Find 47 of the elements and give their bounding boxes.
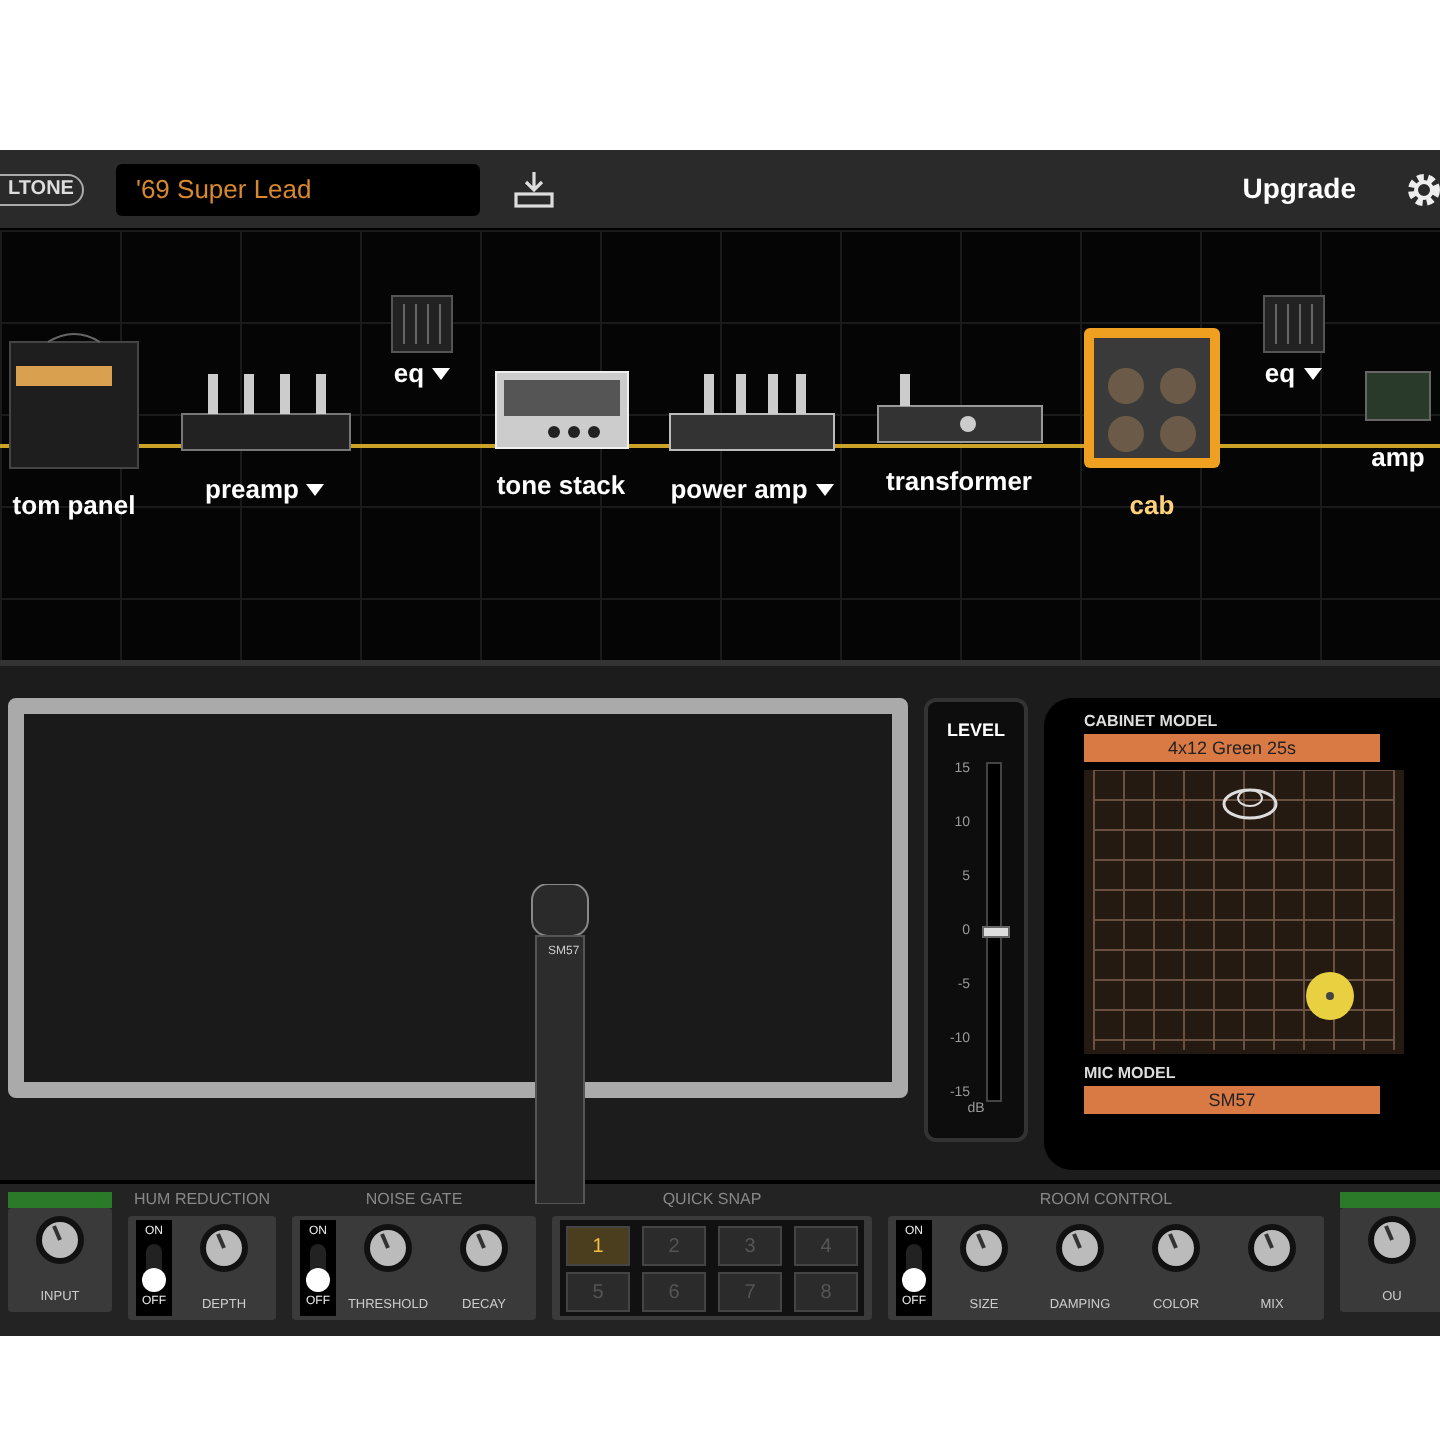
module-label[interactable]: preamp: [205, 470, 299, 509]
module-label[interactable]: transformer: [886, 462, 1032, 501]
status-bar: [8, 1192, 112, 1208]
knob[interactable]: [1364, 1212, 1420, 1268]
mic-model-selector[interactable]: SM57: [1084, 1086, 1380, 1114]
section-title: HUM REDUCTION: [132, 1188, 272, 1212]
knob[interactable]: [196, 1220, 252, 1276]
caret-icon[interactable]: [432, 367, 451, 380]
status-bar: [1340, 1192, 1440, 1208]
fader-thumb[interactable]: [982, 925, 1011, 937]
module-label[interactable]: cab: [1129, 486, 1175, 525]
section-title: QUICK SNAP: [660, 1188, 764, 1212]
speaker-icon: [1220, 786, 1280, 822]
upgrade-button[interactable]: Upgrade: [1230, 166, 1368, 212]
panel-title: MIC MODEL: [1084, 1062, 1178, 1086]
section-title: NOISE GATE: [363, 1188, 465, 1212]
preset-name-field[interactable]: '69 Super Lead: [115, 163, 480, 215]
tone-stack-drawing: [493, 370, 629, 450]
rack-unit-drawing: [1364, 370, 1432, 422]
knob[interactable]: [1052, 1220, 1108, 1276]
knob[interactable]: [32, 1212, 88, 1268]
knob[interactable]: [456, 1220, 512, 1276]
module-label[interactable]: eq: [393, 354, 425, 393]
caret-icon[interactable]: [306, 483, 325, 496]
module-label[interactable]: tom panel: [12, 486, 136, 525]
snapshot-button[interactable]: 1: [566, 1226, 630, 1266]
module-label[interactable]: amp: [1371, 438, 1425, 477]
equalizer-drawing: [390, 294, 454, 354]
cabinet-model-selector[interactable]: 4x12 Green 25s: [1084, 734, 1380, 762]
caret-icon[interactable]: [815, 483, 834, 496]
download-icon[interactable]: [511, 169, 556, 209]
knob[interactable]: [1244, 1220, 1300, 1276]
mic-placement-grid[interactable]: [1084, 770, 1404, 1054]
logo: LTONE: [0, 173, 84, 205]
module-label[interactable]: tone stack: [496, 466, 626, 505]
mic-position-dot[interactable]: [1304, 970, 1356, 1022]
fader-title: LEVEL: [946, 718, 1005, 744]
knob[interactable]: [360, 1220, 416, 1276]
speaker-cabinet-drawing: [1082, 326, 1222, 470]
module-label[interactable]: power amp: [670, 470, 808, 509]
knob[interactable]: [1148, 1220, 1204, 1276]
panel-title: CABINET MODEL: [1084, 710, 1220, 734]
section-title: ROOM CONTROL: [1037, 1188, 1175, 1212]
caret-icon[interactable]: [1303, 367, 1322, 380]
equalizer-drawing: [1261, 294, 1325, 354]
knob[interactable]: [956, 1220, 1012, 1276]
module-label[interactable]: eq: [1264, 354, 1296, 393]
